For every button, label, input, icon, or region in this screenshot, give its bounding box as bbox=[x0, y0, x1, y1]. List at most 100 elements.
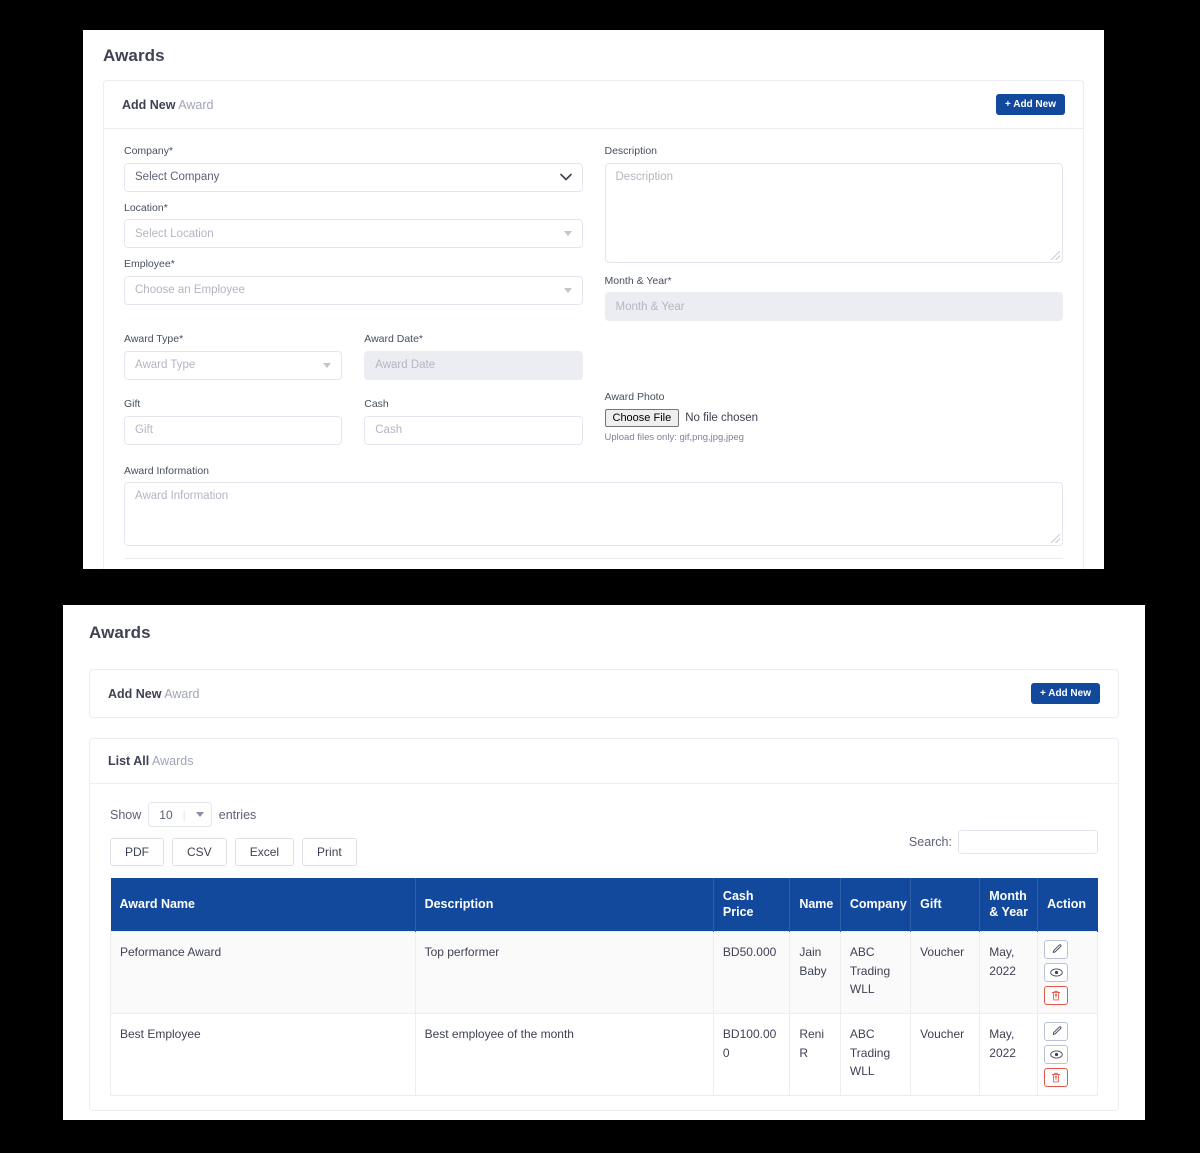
file-status-text: No file chosen bbox=[685, 412, 758, 424]
list-all-awards-header: List All Awards bbox=[90, 739, 1118, 784]
delete-button[interactable] bbox=[1044, 1068, 1068, 1087]
employee-label: Employee* bbox=[124, 258, 583, 272]
delete-button[interactable] bbox=[1044, 986, 1068, 1005]
company-label: Company* bbox=[124, 145, 583, 159]
company-select-value: Select Company bbox=[135, 171, 219, 183]
employee-field: Employee* Choose an Employee bbox=[124, 258, 583, 305]
month-year-field: Month & Year* Month & Year bbox=[605, 275, 1064, 322]
award-date-placeholder: Award Date bbox=[375, 359, 435, 371]
show-label: Show bbox=[110, 808, 141, 822]
card-title-strong: Add New bbox=[108, 687, 161, 701]
award-date-input[interactable]: Award Date bbox=[364, 351, 582, 380]
cell-action bbox=[1038, 1014, 1098, 1096]
chevron-down-icon bbox=[196, 812, 204, 817]
gift-input[interactable]: Gift bbox=[124, 416, 342, 445]
column-header-name[interactable]: Name bbox=[790, 878, 841, 932]
gift-placeholder: Gift bbox=[135, 424, 153, 436]
page-title: Awards bbox=[89, 623, 1119, 643]
award-information-textarea[interactable]: Award Information bbox=[124, 482, 1063, 546]
column-header-month-year[interactable]: Month & Year bbox=[980, 878, 1038, 932]
month-year-input[interactable]: Month & Year bbox=[605, 292, 1064, 321]
add-new-award-card: Add New Award + Add New bbox=[89, 669, 1119, 718]
export-csv-button[interactable]: CSV bbox=[172, 838, 227, 866]
location-field: Location* Select Location bbox=[124, 202, 583, 249]
gift-field: Gift Gift bbox=[124, 398, 342, 445]
award-photo-file-input[interactable]: Choose File No file chosen bbox=[605, 409, 1064, 427]
chevron-down-icon bbox=[564, 231, 572, 236]
award-type-field: Award Type* Award Type bbox=[124, 333, 342, 380]
cell-description: Top performer bbox=[415, 932, 713, 1014]
award-date-label: Award Date* bbox=[364, 333, 582, 347]
cell-award-name: Best Employee bbox=[111, 1014, 416, 1096]
description-textarea[interactable]: Description bbox=[605, 163, 1064, 263]
award-information-field: Award Information Award Information bbox=[124, 465, 1063, 547]
trash-icon bbox=[1051, 990, 1061, 1001]
export-pdf-button[interactable]: PDF bbox=[110, 838, 164, 866]
awards-table: Award Name Description Cash Price Name C… bbox=[110, 878, 1098, 1096]
award-date-field: Award Date* Award Date bbox=[364, 333, 582, 380]
select-separator: | bbox=[183, 808, 186, 822]
resize-handle-icon[interactable] bbox=[1051, 534, 1060, 543]
cell-company: ABC Trading WLL bbox=[840, 1014, 910, 1096]
awards-datatable: Show 10 | entries PDF CSV Excel bbox=[90, 784, 1118, 1110]
add-new-award-card-header: Add New Award + Add New bbox=[90, 670, 1118, 717]
column-header-action: Action bbox=[1038, 878, 1098, 932]
edit-button[interactable] bbox=[1044, 940, 1068, 959]
award-type-select[interactable]: Award Type bbox=[124, 351, 342, 380]
view-button[interactable] bbox=[1044, 1045, 1068, 1064]
column-header-description[interactable]: Description bbox=[415, 878, 713, 932]
cell-action bbox=[1038, 932, 1098, 1014]
add-new-button[interactable]: + Add New bbox=[1031, 683, 1100, 704]
description-field: Description Description bbox=[605, 145, 1064, 263]
description-label: Description bbox=[605, 145, 1064, 159]
cash-placeholder: Cash bbox=[375, 424, 402, 436]
company-select[interactable]: Select Company bbox=[124, 163, 583, 192]
cell-gift: Voucher bbox=[911, 1014, 980, 1096]
award-photo-field: Award Photo Choose File No file chosen U… bbox=[605, 333, 1064, 454]
trash-icon bbox=[1051, 1072, 1061, 1083]
entries-label: entries bbox=[219, 808, 257, 822]
add-new-button[interactable]: + Add New bbox=[996, 94, 1065, 115]
gift-label: Gift bbox=[124, 398, 342, 412]
card-title-light: Award bbox=[164, 687, 199, 701]
award-type-label: Award Type* bbox=[124, 333, 342, 347]
pencil-icon bbox=[1051, 944, 1062, 955]
month-year-label: Month & Year* bbox=[605, 275, 1064, 289]
cell-gift: Voucher bbox=[911, 932, 980, 1014]
view-button[interactable] bbox=[1044, 963, 1068, 982]
datatable-length-control: Show 10 | entries bbox=[110, 802, 357, 827]
datatable-export-buttons: PDF CSV Excel Print bbox=[110, 838, 357, 866]
description-placeholder: Description bbox=[616, 171, 674, 183]
search-input[interactable] bbox=[958, 830, 1098, 854]
cash-field: Cash Cash bbox=[364, 398, 582, 445]
column-header-company[interactable]: Company bbox=[840, 878, 910, 932]
entries-per-page-select[interactable]: 10 | bbox=[148, 802, 211, 827]
export-excel-button[interactable]: Excel bbox=[235, 838, 294, 866]
page-title: Awards bbox=[103, 46, 1084, 66]
month-year-placeholder: Month & Year bbox=[616, 301, 685, 313]
form-left-column: Company* Select Company Location* bbox=[124, 145, 583, 331]
location-select[interactable]: Select Location bbox=[124, 219, 583, 248]
table-header-row: Award Name Description Cash Price Name C… bbox=[111, 878, 1098, 932]
card-title-light: Awards bbox=[152, 754, 193, 768]
location-select-placeholder: Select Location bbox=[135, 228, 214, 240]
edit-button[interactable] bbox=[1044, 1022, 1068, 1041]
cash-input[interactable]: Cash bbox=[364, 416, 582, 445]
resize-handle-icon[interactable] bbox=[1051, 251, 1060, 260]
cell-month-year: May, 2022 bbox=[980, 932, 1038, 1014]
location-label: Location* bbox=[124, 202, 583, 216]
employee-select[interactable]: Choose an Employee bbox=[124, 276, 583, 305]
table-row: Best Employee Best employee of the month… bbox=[111, 1014, 1098, 1096]
list-all-awards-card: List All Awards Show 10 | bbox=[89, 738, 1119, 1111]
chevron-down-icon bbox=[564, 288, 572, 293]
award-form: Company* Select Company Location* bbox=[104, 129, 1083, 569]
print-button[interactable]: Print bbox=[302, 838, 357, 866]
cell-cash-price: BD50.000 bbox=[713, 932, 789, 1014]
column-header-gift[interactable]: Gift bbox=[911, 878, 980, 932]
choose-file-button[interactable]: Choose File bbox=[605, 409, 680, 427]
column-header-award-name[interactable]: Award Name bbox=[111, 878, 416, 932]
award-information-placeholder: Award Information bbox=[135, 490, 228, 502]
cell-name: Jain Baby bbox=[790, 932, 841, 1014]
column-header-cash-price[interactable]: Cash Price bbox=[713, 878, 789, 932]
form-actions: Add Award Reset bbox=[124, 558, 1063, 569]
